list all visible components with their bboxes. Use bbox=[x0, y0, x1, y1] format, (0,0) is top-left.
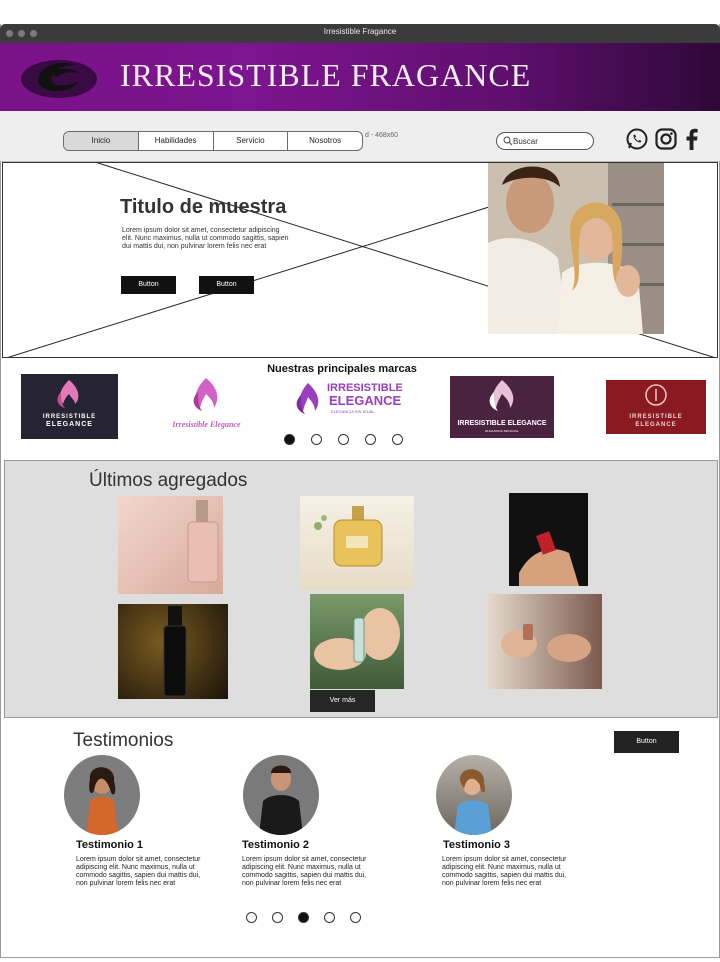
carousel-dot-4[interactable] bbox=[324, 912, 335, 923]
brand-logo-3-tag: ELEGANCIA SIN IGUAL bbox=[331, 409, 375, 414]
brands-carousel-dots bbox=[284, 434, 403, 445]
product-image-6[interactable] bbox=[485, 594, 602, 689]
brand-logo-4-name: IRRESISTIBLE ELEGANCE bbox=[457, 420, 547, 427]
brand-logo-1-sub: ELEGANCE bbox=[46, 421, 93, 428]
hero-text: Lorem ipsum dolor sit amet, consectetur … bbox=[122, 227, 289, 250]
brand-logo-1-name: IRRESISTIBLE bbox=[42, 414, 97, 420]
flame-icon bbox=[57, 380, 79, 408]
testimonial-3-name: Testimonio 3 bbox=[443, 839, 511, 851]
testimonial-1-name: Testimonio 1 bbox=[76, 839, 144, 851]
hero-button-2[interactable]: Button bbox=[199, 276, 254, 294]
flame-icon bbox=[489, 380, 514, 411]
search-input[interactable]: Buscar bbox=[496, 132, 594, 150]
brand-logo-4[interactable]: IRRESISTIBLE ELEGANCE ELEGANCIA SIN IGUA… bbox=[450, 376, 554, 438]
testimonial-3-text: Lorem ipsum dolor sit amet, consectetur … bbox=[442, 856, 567, 887]
nav-item-habilidades[interactable]: Habilidades bbox=[139, 132, 214, 150]
brand-logo-3[interactable]: IRRESISTIBLE ELEGANCE ELEGANCIA SIN IGUA… bbox=[291, 379, 413, 419]
testimonial-1-text: Lorem ipsum dolor sit amet, consectetur … bbox=[76, 856, 201, 887]
nav-item-nosotros[interactable]: Nosotros bbox=[288, 132, 362, 150]
brand-logo-5[interactable]: IRRESISTIBLE ELEGANCE bbox=[606, 380, 706, 434]
see-more-button[interactable]: Ver más bbox=[310, 690, 375, 712]
product-image-3[interactable] bbox=[509, 493, 588, 586]
carousel-dot-5[interactable] bbox=[392, 434, 403, 445]
main-nav: Inicio Habilidades Servicio Nosotros bbox=[63, 131, 363, 151]
hero-button-1[interactable]: Button bbox=[121, 276, 176, 294]
search-placeholder: Buscar bbox=[513, 137, 538, 146]
facebook-icon[interactable] bbox=[680, 127, 704, 151]
carousel-dot-5[interactable] bbox=[350, 912, 361, 923]
carousel-dot-1[interactable] bbox=[246, 912, 257, 923]
product-image-1[interactable] bbox=[118, 496, 223, 594]
nav-item-servicio[interactable]: Servicio bbox=[214, 132, 289, 150]
whatsapp-icon[interactable] bbox=[625, 127, 649, 151]
circle-logo-icon bbox=[645, 384, 667, 406]
testimonials-title: Testimonios bbox=[73, 730, 174, 751]
header-banner: IRRESISTIBLE FRAGANCE bbox=[0, 43, 720, 111]
carousel-dot-4[interactable] bbox=[365, 434, 376, 445]
testimonials-button[interactable]: Button bbox=[614, 731, 679, 753]
brand-logo-3-sub: ELEGANCE bbox=[329, 393, 402, 408]
brand-logo-1[interactable]: IRRESISTIBLE ELEGANCE bbox=[21, 374, 118, 439]
carousel-dot-1[interactable] bbox=[284, 434, 295, 445]
brand-logo-2-name: Irresistible Elegance bbox=[172, 420, 241, 429]
flame-icon bbox=[296, 383, 319, 414]
hero-title: Titulo de muestra bbox=[120, 196, 287, 218]
nav-bar: Inicio Habilidades Servicio Nosotros d -… bbox=[0, 111, 720, 162]
window-titlebar: Irresistible Fragance bbox=[0, 24, 720, 43]
hero-couple-photo bbox=[488, 163, 664, 334]
latest-title: Últimos agregados bbox=[89, 470, 248, 491]
brand-logo-icon bbox=[21, 60, 97, 98]
testimonial-2-name: Testimonio 2 bbox=[242, 839, 310, 851]
avatar-2 bbox=[243, 755, 319, 835]
carousel-dot-2[interactable] bbox=[272, 912, 283, 923]
carousel-dot-2[interactable] bbox=[311, 434, 322, 445]
flame-icon bbox=[193, 378, 218, 411]
ad-size-label: d - 468x60 bbox=[365, 132, 399, 139]
window-title: Irresistible Fragance bbox=[323, 27, 397, 36]
product-image-5[interactable] bbox=[310, 594, 404, 689]
avatar-3 bbox=[436, 755, 512, 835]
testimonials-carousel-dots bbox=[246, 912, 361, 923]
search-icon bbox=[503, 136, 513, 146]
carousel-dot-3[interactable] bbox=[338, 434, 349, 445]
brand-logo-5-name: IRRESISTIBLE bbox=[629, 414, 683, 420]
avatar-1 bbox=[64, 755, 140, 835]
brand-logo-4-sub: ELEGANCIA SIN IGUAL bbox=[485, 429, 519, 433]
testimonial-2-text: Lorem ipsum dolor sit amet, consectetur … bbox=[242, 856, 367, 887]
product-image-4[interactable] bbox=[118, 604, 228, 699]
product-image-2[interactable] bbox=[300, 496, 414, 590]
brand-logo-2[interactable]: Irresistible Elegance bbox=[158, 374, 255, 439]
carousel-dot-3[interactable] bbox=[298, 912, 309, 923]
brand-logo-5-sub: ELEGANCE bbox=[635, 422, 677, 428]
brand-title: IRRESISTIBLE FRAGANCE bbox=[120, 57, 532, 93]
instagram-icon[interactable] bbox=[654, 127, 678, 151]
nav-item-inicio[interactable]: Inicio bbox=[64, 132, 139, 150]
